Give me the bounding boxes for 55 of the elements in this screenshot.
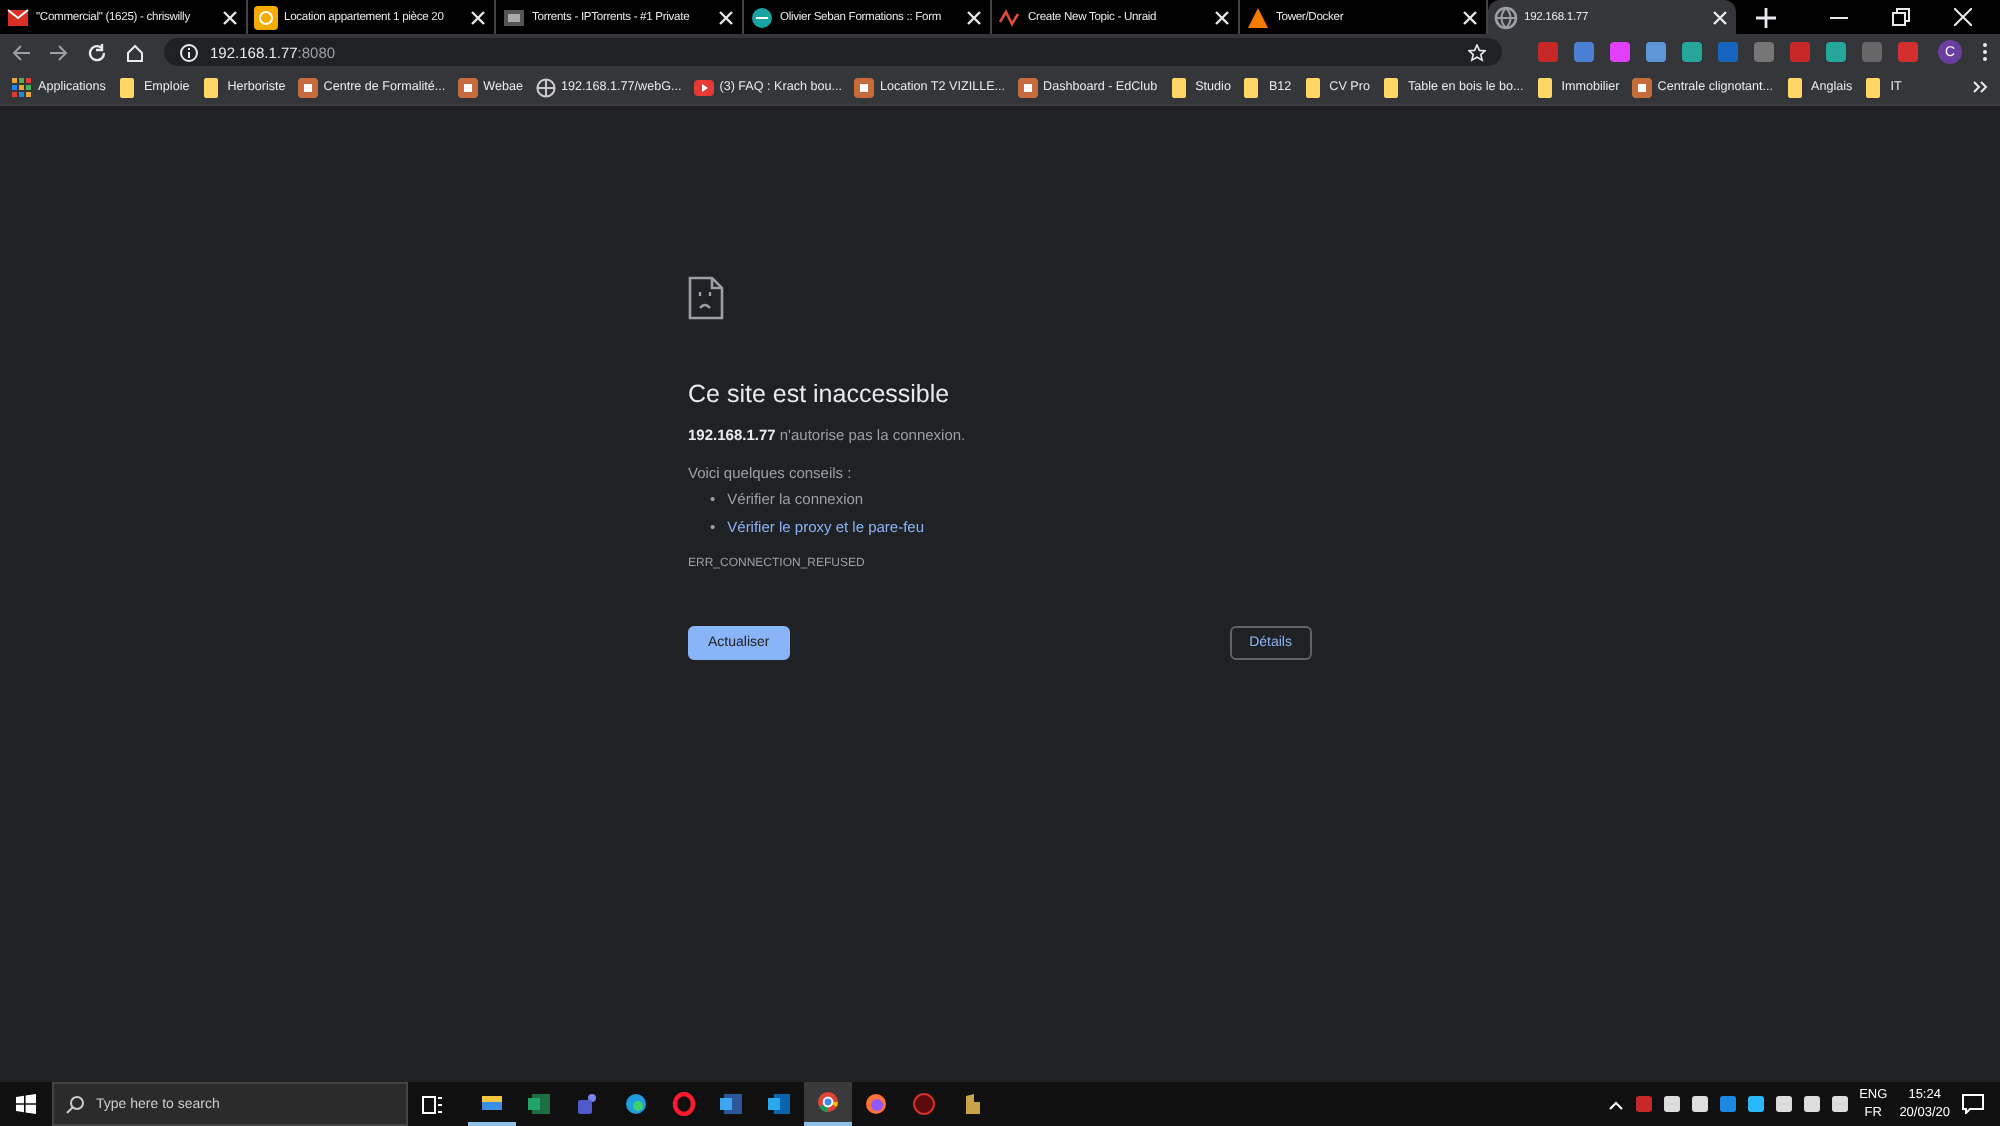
- folder-icon: [1381, 77, 1402, 97]
- menu-icon[interactable]: [1982, 42, 1988, 62]
- home-icon[interactable]: [126, 43, 144, 61]
- restore-icon[interactable]: [1892, 8, 1910, 26]
- ring-icon: [912, 1092, 936, 1116]
- forward-icon[interactable]: [50, 43, 68, 61]
- close-icon[interactable]: [716, 7, 736, 27]
- favicon-icon: [6, 5, 30, 29]
- favicon-icon: [457, 77, 478, 97]
- favicon-icon: [1631, 77, 1652, 97]
- folder-icon: [201, 77, 222, 97]
- new-tab-icon[interactable]: [1756, 7, 1776, 27]
- globe-icon: [535, 77, 556, 97]
- document-icon: [720, 1092, 744, 1116]
- folder-icon: [480, 1090, 504, 1114]
- close-icon[interactable]: [468, 7, 488, 27]
- favicon-icon: [1494, 5, 1518, 29]
- reload-icon[interactable]: [88, 43, 106, 61]
- star-icon[interactable]: [1468, 43, 1486, 61]
- favicon-icon: [297, 77, 318, 97]
- apps-grid-icon: [12, 77, 32, 97]
- sad-page-icon: [688, 276, 724, 320]
- favicon-icon: [254, 5, 278, 29]
- browser-icon: [816, 1090, 840, 1114]
- favicon-icon: [853, 77, 874, 97]
- close-icon[interactable]: [220, 7, 240, 27]
- favicon-icon: [998, 5, 1022, 29]
- folder-icon: [1535, 77, 1556, 97]
- folder-icon: [117, 77, 138, 97]
- folder-icon: [1242, 77, 1263, 97]
- close-icon[interactable]: [1212, 7, 1232, 27]
- folder-icon: [1785, 77, 1806, 97]
- notification-icon[interactable]: [1962, 1094, 1984, 1114]
- ring-icon: [672, 1092, 696, 1116]
- favicon-icon: [750, 5, 774, 29]
- info-icon: [180, 43, 198, 61]
- close-icon[interactable]: [1710, 7, 1730, 27]
- task-view-icon: [422, 1095, 442, 1113]
- folder-icon: [1303, 77, 1324, 97]
- back-icon[interactable]: [12, 43, 30, 61]
- start-icon[interactable]: [16, 1094, 36, 1114]
- error-title: Ce site est inaccessible: [688, 380, 952, 408]
- close-icon[interactable]: [1460, 7, 1480, 27]
- favicon-icon: [502, 5, 526, 29]
- search-icon: [66, 1095, 84, 1113]
- folder-icon: [1864, 77, 1885, 97]
- more-bookmarks-icon[interactable]: [1972, 80, 1988, 94]
- favicon-icon: [1246, 5, 1270, 29]
- close-icon[interactable]: [964, 7, 984, 27]
- taskbar-app[interactable]: [804, 1082, 852, 1126]
- chevron-up-icon[interactable]: [1607, 1099, 1624, 1109]
- favicon-icon: [1017, 77, 1038, 97]
- close-icon[interactable]: [1954, 8, 1972, 26]
- video-icon: [693, 77, 714, 97]
- folder-icon: [1169, 77, 1190, 97]
